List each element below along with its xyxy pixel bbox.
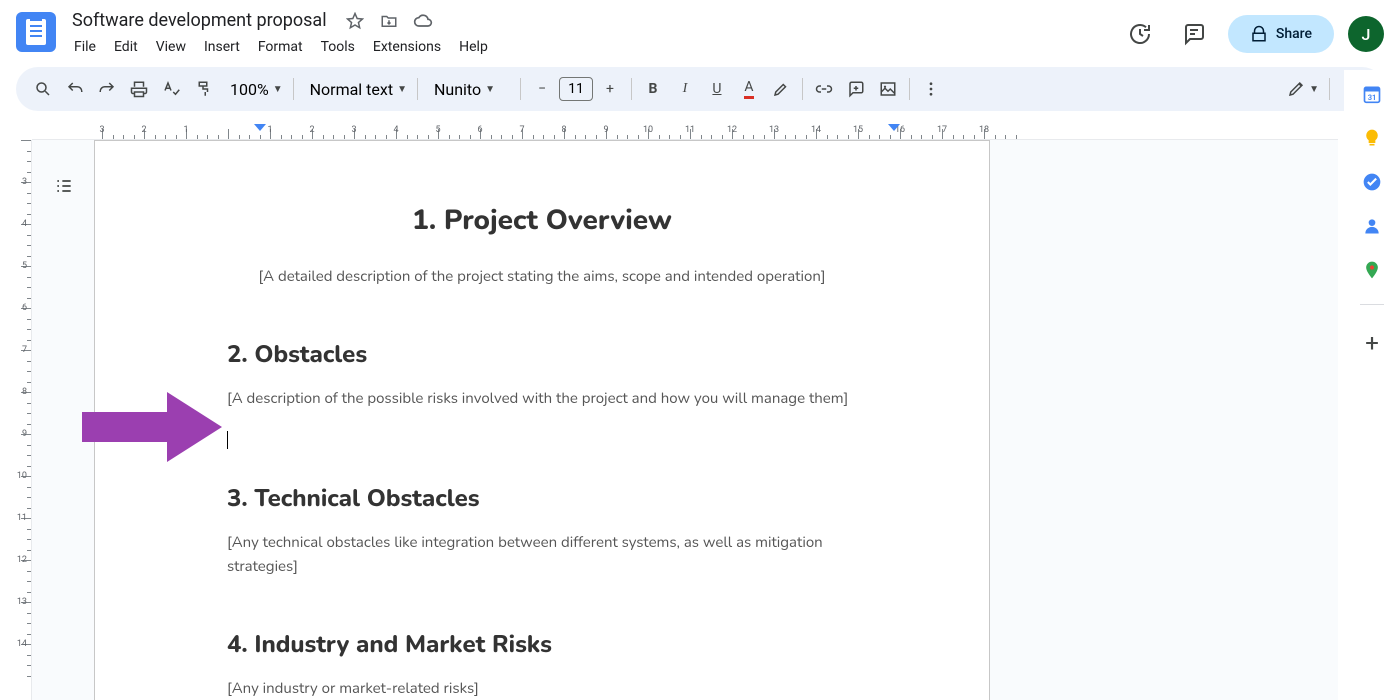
separator [520, 78, 521, 100]
app-header: Software development proposal File Edit … [0, 0, 1400, 59]
tasks-app-icon[interactable] [1362, 172, 1382, 192]
font-dropdown[interactable]: Nunito▼ [424, 74, 514, 104]
add-addon-icon[interactable]: + [1365, 329, 1379, 357]
italic-button[interactable]: I [670, 74, 700, 104]
caret-down-icon: ▼ [397, 84, 407, 95]
text-color-button[interactable]: A [734, 74, 764, 104]
history-icon[interactable] [1120, 14, 1160, 54]
add-comment-icon[interactable] [841, 74, 871, 104]
side-panel: 31 + [1344, 70, 1400, 700]
separator [1360, 304, 1384, 305]
body-text[interactable]: [Any technical obstacles like integratio… [227, 531, 857, 579]
paragraph-style-dropdown[interactable]: Normal text▼ [300, 74, 411, 104]
contacts-app-icon[interactable] [1362, 216, 1382, 236]
lock-icon [1250, 25, 1268, 43]
document-title[interactable]: Software development proposal [66, 8, 333, 33]
highlight-button[interactable] [766, 74, 796, 104]
horizontal-ruler[interactable]: 321123456789101112131415161718 [32, 122, 1338, 140]
toolbar: 100%▼ Normal text▼ Nunito▼ − 11 + B I U … [16, 67, 1384, 111]
search-menus-icon[interactable] [28, 74, 58, 104]
cloud-status-icon[interactable] [411, 9, 435, 33]
body-text[interactable]: [A description of the possible risks inv… [227, 387, 857, 411]
separator [1329, 78, 1330, 100]
editor-canvas: 1. Project Overview [A detailed descript… [32, 140, 1338, 700]
caret-down-icon: ▼ [485, 84, 495, 95]
menu-file[interactable]: File [66, 35, 104, 59]
annotation-arrow [82, 392, 222, 462]
font-size-decrease[interactable]: − [527, 74, 557, 104]
document-outline-icon[interactable] [46, 168, 82, 204]
insert-image-icon[interactable] [873, 74, 903, 104]
underline-button[interactable]: U [702, 74, 732, 104]
menu-format[interactable]: Format [250, 35, 311, 59]
heading-2[interactable]: 4. Industry and Market Risks [227, 629, 857, 661]
keep-app-icon[interactable] [1362, 128, 1382, 148]
body-text[interactable]: [A detailed description of the project s… [227, 265, 857, 289]
caret-down-icon: ▼ [273, 84, 283, 95]
text-cursor-line[interactable] [227, 429, 857, 449]
body-text[interactable]: [Any industry or market-related risks] [227, 677, 857, 700]
menu-tools[interactable]: Tools [313, 35, 363, 59]
menu-view[interactable]: View [148, 35, 194, 59]
font-size-input[interactable]: 11 [559, 77, 593, 101]
share-label: Share [1276, 26, 1312, 42]
move-icon[interactable] [377, 9, 401, 33]
separator [909, 78, 910, 100]
heading-1[interactable]: 1. Project Overview [227, 201, 857, 239]
menu-bar: File Edit View Insert Format Tools Exten… [66, 35, 1120, 59]
menu-edit[interactable]: Edit [106, 35, 146, 59]
header-actions: Share J [1120, 14, 1384, 54]
separator [417, 78, 418, 100]
separator [802, 78, 803, 100]
share-button[interactable]: Share [1228, 15, 1334, 53]
separator [631, 78, 632, 100]
text-cursor [227, 431, 228, 449]
redo-icon[interactable] [92, 74, 122, 104]
maps-app-icon[interactable] [1362, 260, 1382, 280]
comments-icon[interactable] [1174, 14, 1214, 54]
font-size-increase[interactable]: + [595, 74, 625, 104]
docs-logo-icon[interactable] [16, 12, 56, 52]
menu-extensions[interactable]: Extensions [365, 35, 449, 59]
caret-down-icon: ▼ [1309, 84, 1319, 95]
calendar-app-icon[interactable]: 31 [1362, 84, 1382, 104]
account-avatar[interactable]: J [1348, 16, 1384, 52]
menu-help[interactable]: Help [451, 35, 496, 59]
bold-button[interactable]: B [638, 74, 668, 104]
menu-insert[interactable]: Insert [196, 35, 248, 59]
title-area: Software development proposal File Edit … [66, 8, 1120, 59]
print-icon[interactable] [124, 74, 154, 104]
editing-mode-dropdown[interactable]: ▼ [1277, 74, 1323, 104]
pencil-icon [1287, 80, 1305, 98]
more-icon[interactable] [916, 74, 946, 104]
heading-2[interactable]: 3. Technical Obstacles [227, 483, 857, 515]
separator [293, 78, 294, 100]
heading-2[interactable]: 2. Obstacles [227, 339, 857, 371]
zoom-dropdown[interactable]: 100%▼ [220, 74, 287, 104]
svg-text:31: 31 [1368, 93, 1377, 102]
document-page[interactable]: 1. Project Overview [A detailed descript… [94, 140, 990, 700]
star-icon[interactable] [343, 9, 367, 33]
paint-format-icon[interactable] [188, 74, 218, 104]
toolbar-container: 100%▼ Normal text▼ Nunito▼ − 11 + B I U … [0, 59, 1400, 111]
spellcheck-icon[interactable] [156, 74, 186, 104]
vertical-ruler[interactable]: 34567891011121314 [14, 140, 32, 700]
insert-link-icon[interactable] [809, 74, 839, 104]
undo-icon[interactable] [60, 74, 90, 104]
